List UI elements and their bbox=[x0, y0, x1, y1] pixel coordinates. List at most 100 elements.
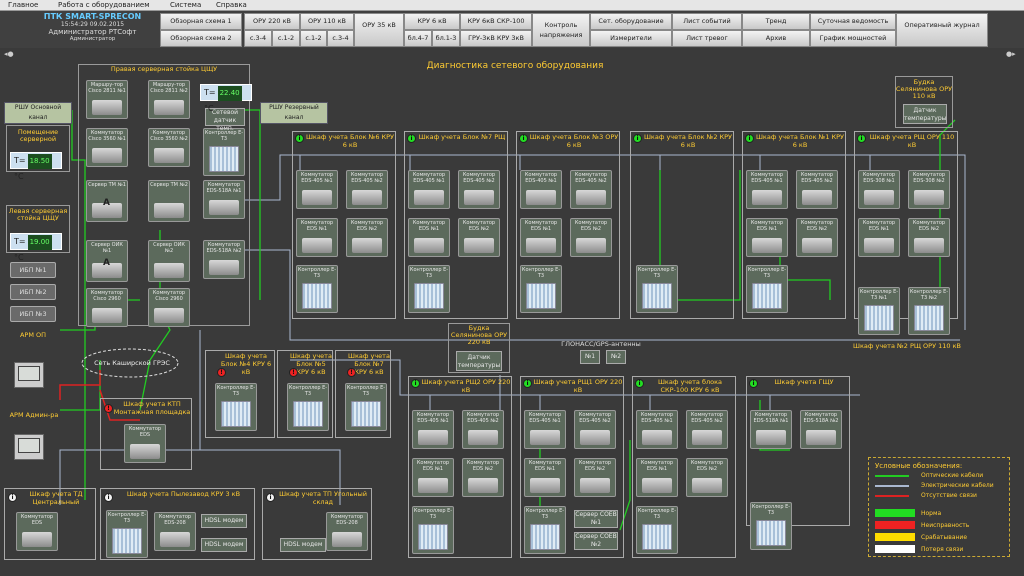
status-indicator[interactable]: i bbox=[104, 493, 113, 502]
switch-2960-2[interactable]: Коммутатор Cisco 2960 bbox=[148, 288, 190, 327]
switch-eds208[interactable]: Коммутатор EDS-208 bbox=[326, 512, 368, 551]
controller-1[interactable]: Контроллер Е-Т3 №1 bbox=[858, 287, 900, 335]
switch-1[interactable]: Коммутатор EDS-405 №1 bbox=[412, 410, 454, 449]
gps-antenna-2[interactable]: №2 bbox=[606, 350, 626, 364]
switch-518-1[interactable]: Коммутатор EDS-518A №1 bbox=[750, 410, 792, 449]
controller[interactable]: Контроллер Е-Т3 bbox=[524, 506, 566, 554]
hdsl-modem-2[interactable]: HDSL модем bbox=[201, 538, 247, 552]
switch-1[interactable]: Коммутатор EDS-405 №1 bbox=[746, 170, 788, 209]
controller[interactable]: Контроллер E-T3 bbox=[215, 383, 257, 431]
switch-1[interactable]: Коммутатор EDS-405 №1 bbox=[408, 170, 450, 209]
switch-eds-1[interactable]: Коммутатор EDS №1 bbox=[412, 458, 454, 497]
status-indicator[interactable]: ! bbox=[347, 368, 356, 377]
status-indicator[interactable]: i bbox=[857, 134, 866, 143]
controller[interactable]: Контроллер Е-Т3 bbox=[750, 502, 792, 550]
controller[interactable]: Контроллер Е-Т3 bbox=[636, 265, 678, 313]
controller[interactable]: Контроллер Е-Т3 bbox=[106, 510, 148, 558]
switch-eds-1[interactable]: Коммутатор EDS №1 bbox=[408, 218, 450, 257]
status-indicator[interactable]: ! bbox=[217, 368, 226, 377]
status-indicator[interactable]: i bbox=[523, 379, 532, 388]
status-indicator[interactable]: i bbox=[295, 134, 304, 143]
controller[interactable]: Контроллер Е-Т3 bbox=[408, 265, 450, 313]
cabinet-title: Шкаф учета РЩ ОРУ 110 кВ bbox=[869, 133, 955, 149]
controller[interactable]: Контроллер E-T3 bbox=[287, 383, 329, 431]
switch-eds-2[interactable]: Коммутатор EDS №2 bbox=[570, 218, 612, 257]
switch-eds-1[interactable]: Коммутатор EDS №1 bbox=[636, 458, 678, 497]
switch-eds-2[interactable]: Коммутатор EDS №2 bbox=[462, 458, 504, 497]
controller[interactable]: Контроллер Е-Т3 bbox=[520, 265, 562, 313]
switch-1[interactable]: Коммутатор EDS-405 №1 bbox=[636, 410, 678, 449]
controller[interactable]: Контроллер Е-Т3 bbox=[412, 506, 454, 554]
status-indicator[interactable]: i bbox=[407, 134, 416, 143]
switch-1[interactable]: Коммутатор EDS-308 №1 bbox=[858, 170, 900, 209]
controller[interactable]: Контроллер Е-Т3 bbox=[636, 506, 678, 554]
controller-2[interactable]: Контроллер Е-Т3 №2 bbox=[908, 287, 950, 335]
status-indicator[interactable]: i bbox=[635, 379, 644, 388]
status-indicator[interactable]: i bbox=[519, 134, 528, 143]
arm-op-pc[interactable] bbox=[14, 362, 44, 388]
rsh-main-channel[interactable]: РШУ Основной канал bbox=[4, 102, 72, 124]
switch-eds-1[interactable]: Коммутатор EDS №1 bbox=[524, 458, 566, 497]
switch-2[interactable]: Коммутатор EDS-405 №2 bbox=[796, 170, 838, 209]
status-indicator[interactable]: i bbox=[8, 493, 17, 502]
soev-server-1[interactable]: Сервер СОЕВ №1 bbox=[574, 510, 618, 528]
gps-antenna-1[interactable]: №1 bbox=[580, 350, 600, 364]
controller[interactable]: Контроллер E-T3 bbox=[345, 383, 387, 431]
switch-1[interactable]: Коммутатор EDS-405 №1 bbox=[520, 170, 562, 209]
server-tm-2[interactable]: Сервер ТМ №2 bbox=[148, 180, 190, 222]
switch-eds-2[interactable]: Коммутатор EDS №2 bbox=[908, 218, 950, 257]
switch-eds-2[interactable]: Коммутатор EDS №2 bbox=[458, 218, 500, 257]
eds518-1[interactable]: Коммутатор EDS-518A №1 bbox=[203, 180, 245, 219]
switch-1[interactable]: Коммутатор EDS-405 №1 bbox=[296, 170, 338, 209]
ups-3[interactable]: ИБП №3 bbox=[10, 306, 56, 322]
switch-3560-1[interactable]: Коммутатор Cisco 3560 №1 bbox=[86, 128, 128, 167]
switch-2[interactable]: Коммутатор EDS-405 №2 bbox=[686, 410, 728, 449]
switch-2[interactable]: Коммутатор EDS-405 №2 bbox=[346, 170, 388, 209]
switch-3560-2[interactable]: Коммутатор Cisco 3560 №2 bbox=[148, 128, 190, 167]
server-oik-2[interactable]: Сервер ОИК №2 bbox=[148, 240, 190, 282]
bud220-sensor[interactable]: Датчик температуры bbox=[456, 351, 502, 371]
rsh-reserve-channel[interactable]: РШУ Резервный канал bbox=[260, 102, 328, 124]
switch-2[interactable]: Коммутатор EDS-405 №2 bbox=[574, 410, 616, 449]
switch-eds-1[interactable]: Коммутатор EDS №1 bbox=[746, 218, 788, 257]
status-indicator[interactable]: i bbox=[633, 134, 642, 143]
hdsl-modem-3[interactable]: HDSL модем bbox=[280, 538, 326, 552]
switch-eds208[interactable]: Коммутатор EDS-208 bbox=[154, 512, 196, 551]
switch-2[interactable]: Коммутатор EDS-405 №2 bbox=[458, 170, 500, 209]
status-indicator[interactable]: i bbox=[745, 134, 754, 143]
router-1[interactable]: Маршру-тор Cisco 2811 №1 bbox=[86, 80, 128, 119]
status-indicator[interactable]: ! bbox=[289, 368, 298, 377]
controller[interactable]: Контроллер Е-Т3 bbox=[746, 265, 788, 313]
switch-eds[interactable]: Коммутатор EDS bbox=[124, 424, 166, 463]
status-indicator[interactable]: i bbox=[749, 379, 758, 388]
router-2[interactable]: Маршру-тор Cisco 2811 №2 bbox=[148, 80, 190, 119]
switch-eds-1[interactable]: Коммутатор EDS №1 bbox=[520, 218, 562, 257]
switch-eds-2[interactable]: Коммутатор EDS №2 bbox=[346, 218, 388, 257]
ups-1[interactable]: ИБП №1 bbox=[10, 262, 56, 278]
status-indicator[interactable]: i bbox=[411, 379, 420, 388]
soev-server-2[interactable]: Сервер СОЕВ №2 bbox=[574, 532, 618, 550]
cabinet-title: Шкаф учета Блок №3 ОРУ 6 кВ bbox=[529, 133, 619, 149]
controller[interactable]: Контроллер Е-Т3 bbox=[296, 265, 338, 313]
ups-2[interactable]: ИБП №2 bbox=[10, 284, 56, 300]
eds518-2[interactable]: Коммутатор EDS-518A №2 bbox=[203, 240, 245, 279]
switch-eds-1[interactable]: Коммутатор EDS №1 bbox=[296, 218, 338, 257]
switch-518-2[interactable]: Коммутатор EDS-518A №2 bbox=[800, 410, 842, 449]
hdsl-modem-1[interactable]: HDSL модем bbox=[201, 514, 247, 528]
controller-rack[interactable]: Контроллер Е-Т3 bbox=[203, 128, 245, 176]
switch-eds-2[interactable]: Коммутатор EDS №2 bbox=[574, 458, 616, 497]
arm-admin-pc[interactable] bbox=[14, 434, 44, 460]
switch-2[interactable]: Коммутатор EDS-308 №2 bbox=[908, 170, 950, 209]
bud110-sensor[interactable]: Датчик температуры bbox=[903, 104, 947, 124]
switch-eds-2[interactable]: Коммутатор EDS №2 bbox=[796, 218, 838, 257]
arm-op-label: АРМ ОП bbox=[19, 331, 47, 339]
status-indicator[interactable]: i bbox=[266, 493, 275, 502]
switch-1[interactable]: Коммутатор EDS-405 №1 bbox=[524, 410, 566, 449]
status-indicator[interactable]: ! bbox=[104, 404, 113, 413]
switch-eds-1[interactable]: Коммутатор EDS №1 bbox=[858, 218, 900, 257]
switch-2[interactable]: Коммутатор EDS-405 №2 bbox=[570, 170, 612, 209]
switch-eds-2[interactable]: Коммутатор EDS №2 bbox=[686, 458, 728, 497]
switch-2[interactable]: Коммутатор EDS-405 №2 bbox=[462, 410, 504, 449]
switch-eds[interactable]: Коммутатор EDS bbox=[16, 512, 58, 551]
switch-2960-1[interactable]: Коммутатор Cisco 2960 bbox=[86, 288, 128, 327]
